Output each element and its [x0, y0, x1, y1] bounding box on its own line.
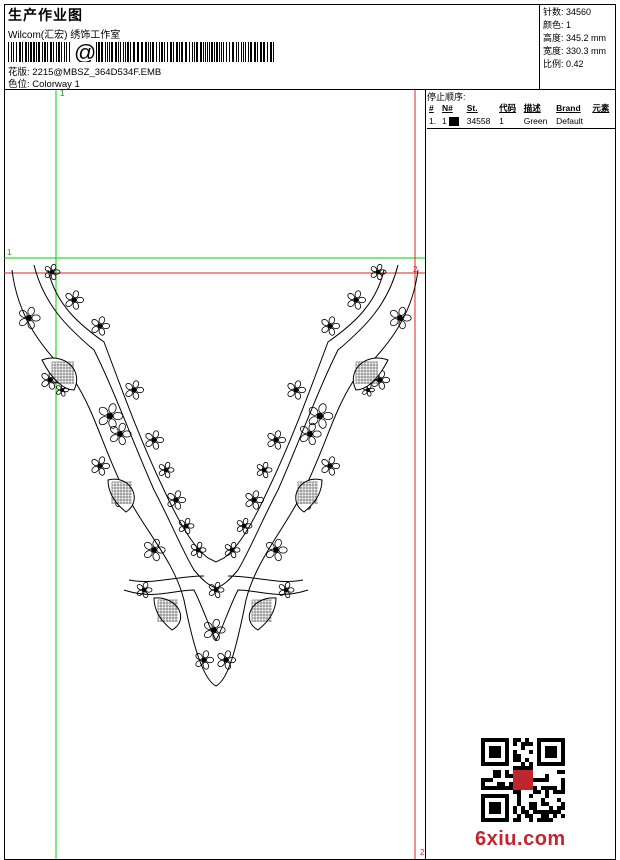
- stop-sequence-panel: 停止顺序: # N# St. 代码 描述 Brand 元素 1. 1 34558…: [427, 90, 616, 859]
- col-stitches: St.: [466, 103, 478, 113]
- col-needle: N#: [441, 103, 453, 113]
- col-brand: Brand: [556, 103, 581, 113]
- company-name: Wilcom(汇宏) 绣饰工作室: [8, 30, 121, 41]
- colorway-label: 色位:: [8, 79, 30, 90]
- watermark-logo: 6xiu.com: [475, 828, 566, 850]
- row-index: 1.: [429, 116, 437, 127]
- row-description: Green: [523, 116, 548, 127]
- design-swatch-icon: [449, 117, 460, 127]
- floral-motifs: [19, 263, 412, 670]
- col-code: 代码: [499, 103, 517, 113]
- row-brand: Default: [556, 116, 584, 127]
- qr-logo-stamp: [513, 770, 533, 790]
- barcode: @: [8, 42, 274, 62]
- guide-label-bottom: 2: [420, 848, 425, 857]
- col-description: 描述: [523, 103, 541, 113]
- guide-label-left: 1: [7, 248, 12, 257]
- qr-code-icon: [481, 738, 565, 822]
- stat-width: 宽度: 330.3 mm: [543, 46, 607, 56]
- col-element: 元素: [592, 103, 610, 113]
- row-code: 1: [499, 116, 504, 127]
- paisley-hatching: [51, 361, 378, 622]
- colorway: 色位: Colorway 1: [8, 76, 80, 90]
- design-stats: 针数: 34560 颜色: 1 高度: 345.2 mm 宽度: 330.3 m…: [541, 4, 615, 89]
- table-header-row: # N# St. 代码 描述 Brand 元素: [427, 101, 615, 115]
- stat-scale: 比例: 0.42: [543, 59, 584, 69]
- table-divider: [427, 128, 616, 129]
- stop-sequence-table: # N# St. 代码 描述 Brand 元素 1. 1 34558 1 Gre…: [427, 101, 615, 127]
- row-stitches: 34558: [466, 116, 491, 127]
- page-title: 生产作业图: [8, 7, 83, 23]
- row-needle: 1: [440, 115, 465, 127]
- v-neck-outline: [11, 264, 419, 687]
- barcode-at-symbol: @: [74, 42, 96, 62]
- colorway-value: Colorway 1: [32, 79, 80, 90]
- header-left: 生产作业图 Wilcom(汇宏) 绣饰工作室 @ 花版: 2215@MBSZ_3…: [4, 4, 540, 90]
- col-index: #: [429, 103, 434, 113]
- stat-stitches: 针数: 34560: [543, 7, 592, 17]
- design-canvas[interactable]: 1 1 2 2: [4, 90, 426, 859]
- row-element: [590, 115, 615, 127]
- stat-colors: 颜色: 1: [543, 20, 572, 30]
- table-row[interactable]: 1. 1 34558 1 Green Default: [427, 115, 615, 127]
- guide-label-top: 1: [60, 90, 65, 98]
- embroidery-design: 1 1 2 2: [4, 90, 425, 859]
- stat-height: 高度: 345.2 mm: [543, 33, 607, 43]
- header-panel: 生产作业图 Wilcom(汇宏) 绣饰工作室 @ 花版: 2215@MBSZ_3…: [4, 4, 616, 90]
